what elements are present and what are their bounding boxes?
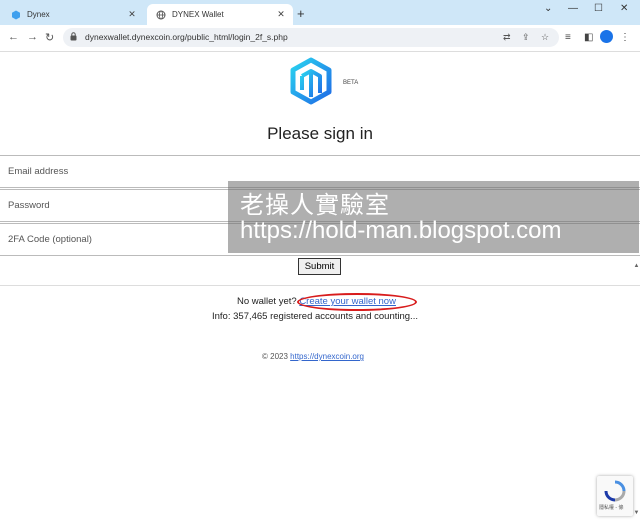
translate-icon[interactable]: ⇄ (503, 32, 511, 43)
watermark: 老操人實驗室 https://hold-man.blogspot.com (228, 181, 639, 253)
page-title: Please sign in (267, 124, 373, 143)
close-tab-icon[interactable]: ✕ (275, 9, 287, 20)
beta-badge: BETA (343, 80, 359, 86)
url-text: dynexwallet.dynexcoin.org/public_html/lo… (85, 32, 288, 42)
minimize-icon[interactable]: — (568, 3, 578, 14)
tab-strip: Dynex ✕ DYNEX Wallet ✕ + ⌄ — ☐ ✕ (0, 0, 640, 25)
divider (0, 285, 640, 286)
dynex-favicon-icon (11, 10, 21, 20)
tab-label: Dynex (27, 10, 50, 19)
profile-avatar[interactable] (600, 30, 613, 43)
scroll-down-icon[interactable]: ▼ (633, 510, 640, 516)
globe-icon (156, 10, 166, 20)
side-panel-icon[interactable]: ◧ (584, 32, 593, 43)
new-tab-icon[interactable]: + (297, 6, 305, 21)
close-window-icon[interactable]: ✕ (620, 3, 628, 14)
tab-label: DYNEX Wallet (172, 10, 224, 19)
back-icon[interactable]: ← (8, 31, 19, 43)
watermark-url: https://hold-man.blogspot.com (240, 217, 562, 244)
site-link[interactable]: https://dynexcoin.org (290, 352, 364, 361)
bookmark-star-icon[interactable]: ☆ (541, 32, 549, 43)
annotation-ellipse (297, 293, 417, 311)
forward-icon[interactable]: → (27, 31, 38, 43)
address-bar[interactable]: dynexwallet.dynexcoin.org/public_html/lo… (63, 28, 559, 47)
recaptcha-icon (604, 480, 626, 502)
reading-list-icon[interactable]: ≡ (565, 32, 571, 43)
tab-dynex-wallet[interactable]: DYNEX Wallet ✕ (147, 4, 293, 25)
tab-dynex[interactable]: Dynex ✕ (2, 4, 144, 25)
maximize-icon[interactable]: ☐ (594, 3, 603, 14)
share-icon[interactable]: ⇪ (522, 32, 530, 43)
recaptcha-label: 隱私權 - 條 (599, 505, 624, 511)
menu-icon[interactable]: ⋮ (620, 32, 630, 43)
footer: © 2023 https://dynexcoin.org (262, 352, 364, 361)
reload-icon[interactable]: ↻ (45, 31, 54, 44)
submit-button[interactable]: Submit (298, 258, 341, 275)
lock-icon (70, 32, 77, 41)
chevron-down-icon[interactable]: ⌄ (544, 3, 552, 14)
close-tab-icon[interactable]: ✕ (126, 9, 138, 20)
scroll-up-icon[interactable]: ▲ (633, 263, 640, 269)
info-text: Info: 357,465 registered accounts and co… (212, 311, 418, 322)
dynex-logo (290, 57, 332, 105)
copyright-text: © 2023 (262, 352, 288, 361)
no-wallet-text: No wallet yet? (237, 296, 297, 307)
watermark-title: 老操人實驗室 (240, 192, 390, 219)
browser-toolbar: ← → ↻ dynexwallet.dynexcoin.org/public_h… (0, 25, 640, 52)
recaptcha-badge[interactable]: 隱私權 - 條 (597, 476, 633, 516)
